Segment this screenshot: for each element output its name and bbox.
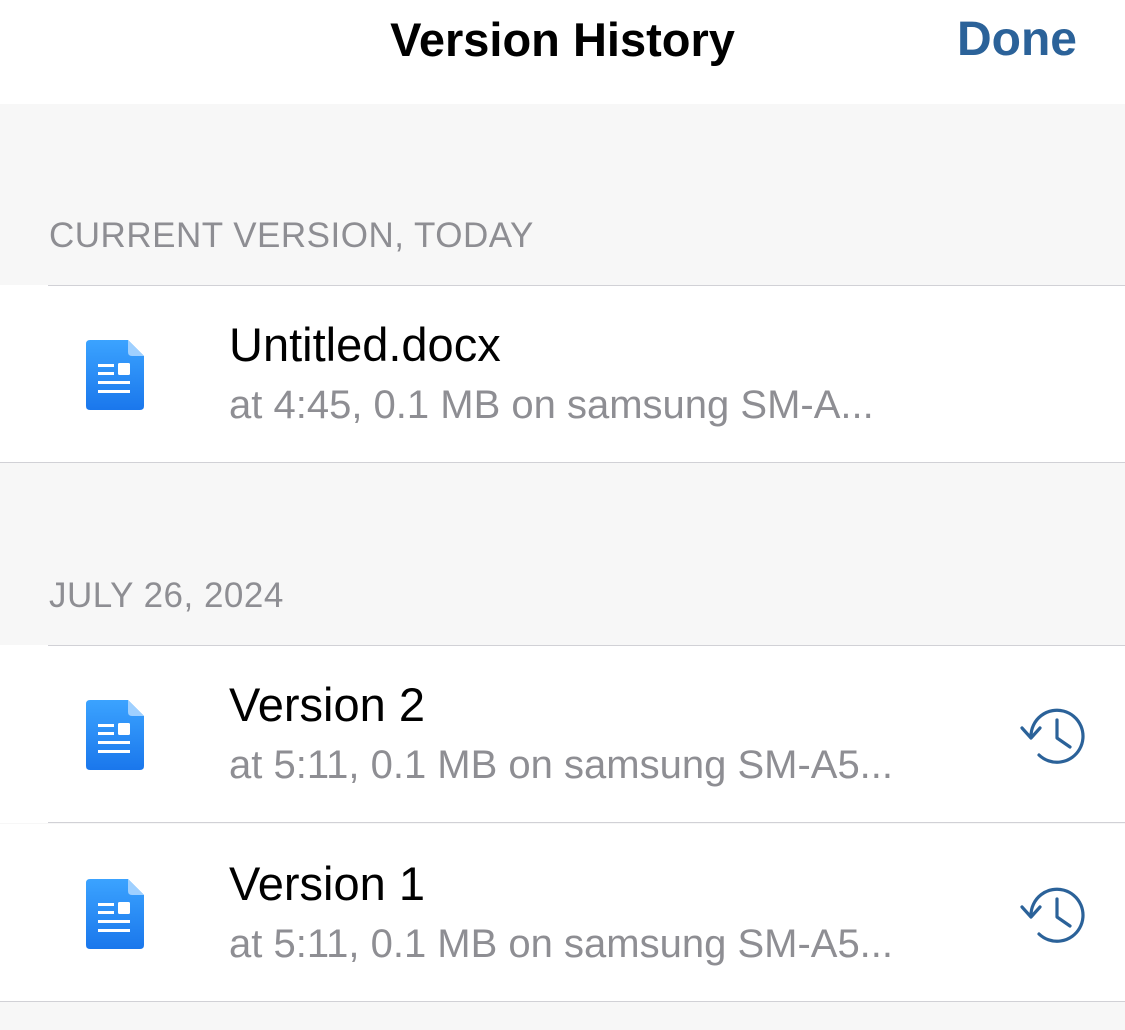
version-history-screen: Version History Done CURRENT VERSION, TO… bbox=[0, 0, 1125, 1030]
document-icon bbox=[86, 340, 144, 410]
section-header-july-26-2024: JULY 26, 2024 bbox=[49, 576, 284, 615]
version-title: Version 2 bbox=[229, 678, 425, 731]
restore-history-icon[interactable] bbox=[1018, 882, 1092, 948]
done-button[interactable]: Done bbox=[957, 12, 1077, 68]
version-title: Version 1 bbox=[229, 857, 425, 910]
section-header-current: CURRENT VERSION, TODAY bbox=[49, 216, 534, 255]
row-divider bbox=[48, 645, 1125, 646]
restore-history-icon[interactable] bbox=[1018, 703, 1092, 769]
version-details: at 5:11, 0.1 MB on samsung SM-A5... bbox=[229, 922, 894, 966]
row-divider bbox=[0, 1001, 1125, 1002]
version-row-current[interactable]: Untitled.docx at 4:45, 0.1 MB on samsung… bbox=[0, 285, 1125, 463]
row-divider bbox=[48, 285, 1125, 286]
version-row-2[interactable]: Version 2 at 5:11, 0.1 MB on samsung SM-… bbox=[0, 645, 1125, 823]
version-title: Untitled.docx bbox=[229, 318, 501, 371]
version-details: at 5:11, 0.1 MB on samsung SM-A5... bbox=[229, 743, 894, 787]
row-divider bbox=[48, 822, 1125, 823]
version-row-1[interactable]: Version 1 at 5:11, 0.1 MB on samsung SM-… bbox=[0, 824, 1125, 1002]
document-icon bbox=[86, 700, 144, 770]
row-divider bbox=[0, 462, 1125, 463]
document-icon bbox=[86, 879, 144, 949]
version-details: at 4:45, 0.1 MB on samsung SM-A... bbox=[229, 383, 874, 427]
navigation-bar: Version History Done bbox=[0, 0, 1125, 104]
